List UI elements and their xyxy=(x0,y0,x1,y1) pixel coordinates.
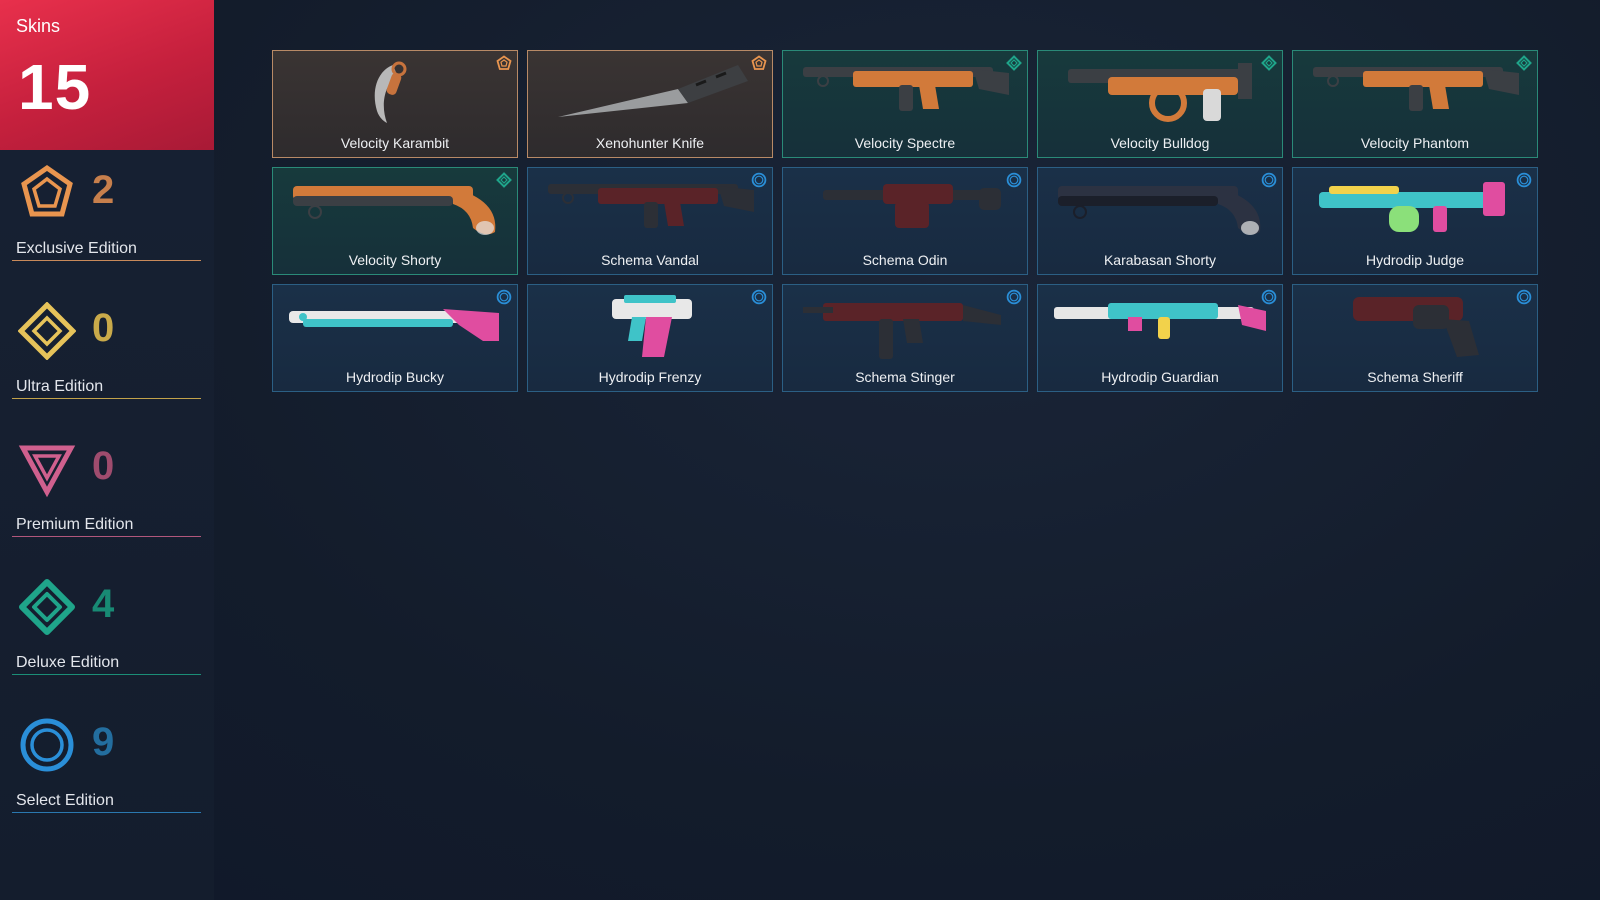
premium-edition-icon xyxy=(18,445,76,498)
edition-ultra[interactable]: 0 Ultra Edition xyxy=(12,302,201,399)
edition-label: Ultra Edition xyxy=(16,378,104,395)
edition-count: 2 xyxy=(92,168,115,212)
weapon-image xyxy=(374,61,407,123)
weapon-image xyxy=(293,186,496,235)
deluxe-tier-icon xyxy=(1261,55,1277,71)
weapon-image xyxy=(558,65,748,117)
skin-name: Schema Stinger xyxy=(855,369,955,385)
skin-tile[interactable]: Xenohunter Knife xyxy=(527,50,773,158)
weapon-image xyxy=(1313,67,1519,111)
select-tier-icon xyxy=(1261,289,1277,305)
skin-tile[interactable]: Velocity Shorty xyxy=(272,167,518,275)
exclusive-tier-icon xyxy=(496,55,512,71)
edition-premium[interactable]: 0 Premium Edition xyxy=(12,440,201,537)
edition-exclusive[interactable]: 2 Exclusive Edition xyxy=(12,164,201,261)
weapon-image xyxy=(1068,63,1252,122)
weapon-image xyxy=(289,309,499,341)
edition-label: Exclusive Edition xyxy=(16,240,137,257)
skin-grid: Velocity Karambit Xenohunter Knife Velocit… xyxy=(272,50,1538,392)
skin-name: Hydrodip Judge xyxy=(1365,252,1465,268)
select-tier-icon xyxy=(1261,172,1277,188)
edition-sidebar: Skins 15 2 Exclusive Edition 0 Ultra Edi… xyxy=(0,0,214,900)
skin-tile[interactable]: Schema Odin xyxy=(782,167,1028,275)
skins-count: 15 xyxy=(18,51,92,123)
edition-select[interactable]: 9 Select Edition xyxy=(12,716,201,813)
select-tier-icon xyxy=(1006,289,1022,305)
skin-name: Velocity Phantom xyxy=(1360,135,1470,151)
weapon-image xyxy=(1353,297,1479,357)
weapon-image xyxy=(803,303,1001,359)
skin-tile[interactable]: Hydrodip Guardian xyxy=(1037,284,1283,392)
skin-tile[interactable]: Schema Sheriff xyxy=(1292,284,1538,392)
skin-tile[interactable]: Schema Vandal xyxy=(527,167,773,275)
select-tier-icon xyxy=(751,172,767,188)
skins-total-card: Skins 15 xyxy=(0,0,214,150)
weapon-image xyxy=(1058,186,1261,235)
skin-tile[interactable]: Karabasan Shorty xyxy=(1037,167,1283,275)
skin-name: Karabasan Shorty xyxy=(1103,252,1217,268)
edition-label: Deluxe Edition xyxy=(16,654,120,671)
deluxe-tier-icon xyxy=(496,172,512,188)
skin-name: Hydrodip Guardian xyxy=(1101,369,1219,385)
skin-name: Schema Vandal xyxy=(601,252,699,268)
select-tier-icon xyxy=(751,289,767,305)
weapon-image xyxy=(803,67,1009,111)
skin-name: Velocity Shorty xyxy=(348,252,442,268)
weapon-image xyxy=(823,184,1001,228)
skin-name: Velocity Karambit xyxy=(340,135,450,151)
weapon-image xyxy=(1319,182,1505,232)
skin-tile[interactable]: Schema Stinger xyxy=(782,284,1028,392)
edition-label: Select Edition xyxy=(16,792,114,809)
edition-count: 9 xyxy=(92,720,115,764)
select-tier-icon xyxy=(1516,172,1532,188)
weapon-image xyxy=(548,184,754,228)
deluxe-tier-icon xyxy=(1516,55,1532,71)
deluxe-tier-icon xyxy=(1006,55,1022,71)
skin-name: Schema Sheriff xyxy=(1367,369,1463,385)
edition-count: 0 xyxy=(92,444,115,488)
skin-name: Hydrodip Frenzy xyxy=(598,369,702,385)
select-tier-icon xyxy=(1516,289,1532,305)
skins-label: Skins xyxy=(16,16,61,36)
skin-tile[interactable]: Velocity Phantom xyxy=(1292,50,1538,158)
skin-name: Velocity Bulldog xyxy=(1110,135,1210,151)
select-tier-icon xyxy=(496,289,512,305)
skin-name: Hydrodip Bucky xyxy=(345,369,445,385)
skin-name: Schema Odin xyxy=(862,252,948,268)
skin-tile[interactable]: Hydrodip Bucky xyxy=(272,284,518,392)
skin-tile[interactable]: Velocity Karambit xyxy=(272,50,518,158)
select-tier-icon xyxy=(1006,172,1022,188)
weapon-image xyxy=(1054,303,1266,339)
deluxe-edition-icon xyxy=(19,579,75,635)
skin-tile[interactable]: Hydrodip Frenzy xyxy=(527,284,773,392)
skin-tile[interactable]: Velocity Spectre xyxy=(782,50,1028,158)
skin-collection-screen: Skins 15 2 Exclusive Edition 0 Ultra Edi… xyxy=(0,0,1600,900)
exclusive-edition-icon xyxy=(21,164,73,217)
edition-count: 0 xyxy=(92,306,115,350)
edition-deluxe[interactable]: 4 Deluxe Edition xyxy=(12,578,201,675)
skin-tile[interactable]: Velocity Bulldog xyxy=(1037,50,1283,158)
ultra-edition-icon xyxy=(18,302,76,360)
skin-name: Xenohunter Knife xyxy=(595,135,705,151)
select-edition-icon xyxy=(20,718,74,772)
skin-tile[interactable]: Hydrodip Judge xyxy=(1292,167,1538,275)
weapon-image xyxy=(612,295,692,357)
exclusive-tier-icon xyxy=(751,55,767,71)
edition-label: Premium Edition xyxy=(16,516,134,533)
skin-name: Velocity Spectre xyxy=(854,135,956,151)
edition-count: 4 xyxy=(92,582,115,626)
